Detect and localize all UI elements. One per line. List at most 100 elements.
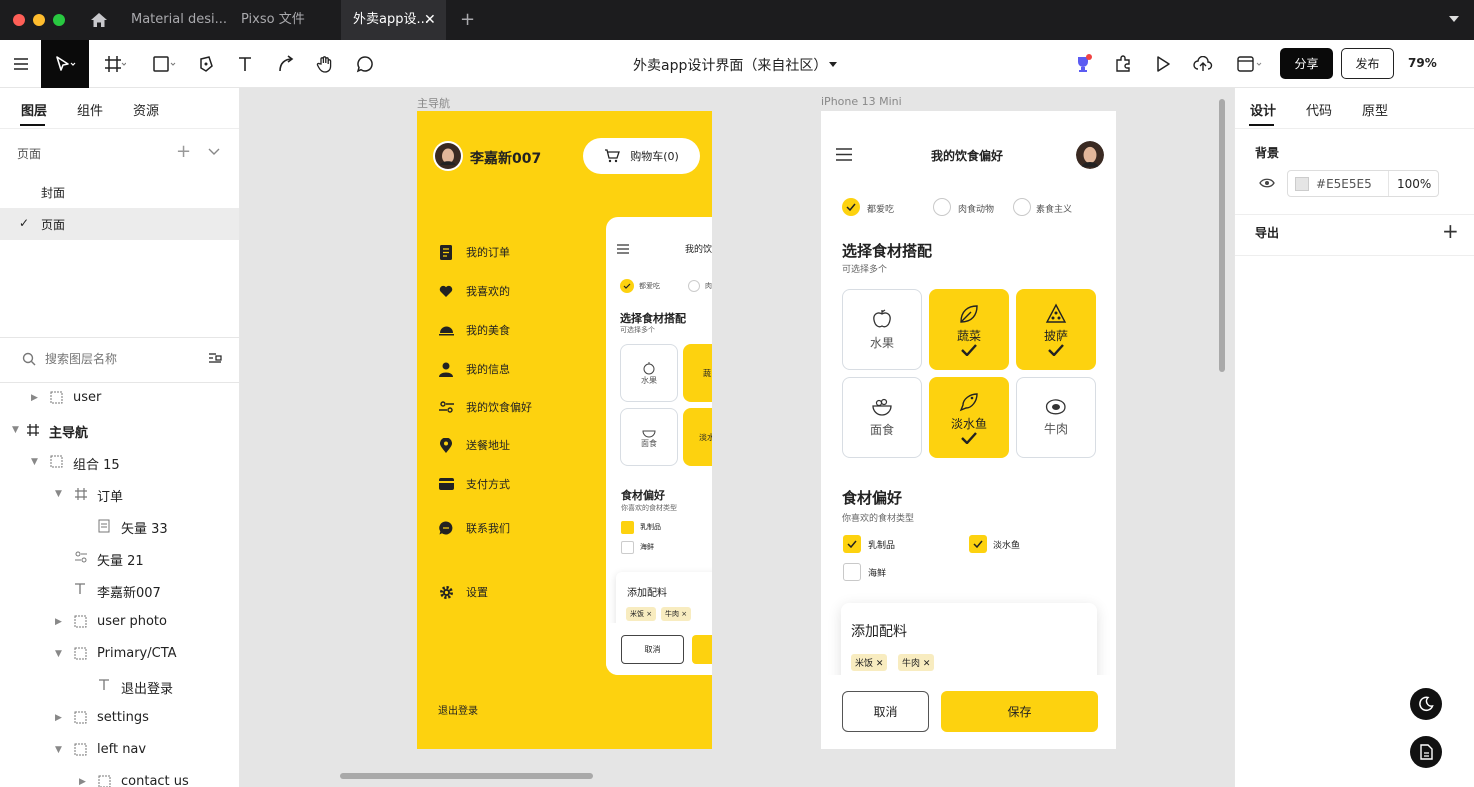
tag-remove-icon[interactable]: ✕ xyxy=(876,659,884,669)
layer-row-main-nav[interactable]: ▼ 主导航 xyxy=(0,414,239,446)
checkbox-dairy[interactable] xyxy=(843,535,861,553)
publish-button[interactable]: 发布 xyxy=(1341,48,1394,79)
minimize-window-button[interactable] xyxy=(33,14,45,26)
zoom-level[interactable]: 79% xyxy=(1408,56,1437,70)
opacity-value[interactable]: 100% xyxy=(1397,177,1431,191)
radio-all-checked[interactable] xyxy=(842,198,860,216)
expand-triangle-icon[interactable]: ▶ xyxy=(55,713,62,723)
hamburger-menu-icon[interactable] xyxy=(836,148,852,161)
layer-row-left-nav[interactable]: ▼ left nav xyxy=(0,734,239,766)
collapse-pages-chevron-icon[interactable] xyxy=(208,148,220,156)
card-fruit[interactable]: 水果 xyxy=(842,289,922,370)
add-page-plus-icon[interactable]: + xyxy=(176,141,191,162)
document-notes-icon[interactable] xyxy=(1410,736,1442,768)
title-dropdown-icon[interactable] xyxy=(829,62,837,68)
play-prototype-icon[interactable] xyxy=(1150,40,1176,88)
frame-tool-icon[interactable] xyxy=(96,40,134,88)
comment-tool-icon[interactable] xyxy=(351,40,379,88)
card-noodles[interactable]: 面食 xyxy=(842,377,922,458)
plugins-icon[interactable] xyxy=(1110,40,1136,88)
collapse-triangle-icon[interactable]: ▼ xyxy=(55,489,62,499)
tab-close-icon[interactable]: ✕ xyxy=(424,12,436,28)
frame-label-main-nav[interactable]: 主导航 xyxy=(417,95,450,111)
card-freshwater-fish[interactable]: 淡水鱼 xyxy=(929,377,1009,458)
eye-visibility-icon[interactable] xyxy=(1259,178,1275,188)
document-title[interactable]: 外卖app设计界面（来自社区） xyxy=(633,55,827,75)
tab-pixso[interactable]: Pixso 文件 xyxy=(229,0,339,40)
tag-rice[interactable]: 米饭 ✕ xyxy=(851,654,888,671)
radio-vegetarian[interactable] xyxy=(1013,198,1031,216)
text-tool-icon[interactable] xyxy=(231,40,259,88)
hex-value[interactable]: #E5E5E5 xyxy=(1316,177,1372,191)
layer-row-group15[interactable]: ▼ 组合 15 xyxy=(0,446,239,478)
tab-material[interactable]: Material desi... xyxy=(119,0,227,40)
layer-row-primary-cta[interactable]: ▼ Primary/CTA xyxy=(0,638,239,670)
nav-item-orders[interactable]: 我的订单 xyxy=(438,241,510,263)
expand-triangle-icon[interactable]: ▶ xyxy=(79,777,86,787)
nav-item-settings[interactable]: 设置 xyxy=(438,581,488,603)
nav-item-profile[interactable]: 我的信息 xyxy=(438,358,510,380)
nav-item-food[interactable]: 我的美食 xyxy=(438,319,510,341)
share-button[interactable]: 分享 xyxy=(1280,48,1333,79)
nav-item-address[interactable]: 送餐地址 xyxy=(438,434,510,456)
checkbox-freshwater-fish[interactable] xyxy=(969,535,987,553)
phone-avatar[interactable] xyxy=(1076,141,1104,169)
nav-item-contact[interactable]: 联系我们 xyxy=(438,517,510,539)
expand-triangle-icon[interactable]: ▶ xyxy=(55,617,62,627)
expand-triangle-icon[interactable]: ▶ xyxy=(31,393,38,403)
page-item-cover[interactable]: 封面 xyxy=(0,176,239,208)
layer-row-user[interactable]: ▶ user xyxy=(0,382,239,414)
tab-prototype[interactable]: 原型 xyxy=(1362,100,1388,119)
nav-item-payment[interactable]: 支付方式 xyxy=(438,473,510,495)
close-window-button[interactable] xyxy=(13,14,25,26)
iphone-frame[interactable]: 我的饮食偏好 都爱吃 肉食动物 素食主义 选择食材搭配 可选择多个 水果 蔬菜 … xyxy=(821,111,1116,749)
filter-icon[interactable] xyxy=(208,352,222,364)
tab-design[interactable]: 设计 xyxy=(1250,100,1276,119)
connector-tool-icon[interactable] xyxy=(272,40,300,88)
layer-row-settings[interactable]: ▶ settings xyxy=(0,702,239,734)
home-icon[interactable] xyxy=(90,11,108,29)
layer-row-vector33[interactable]: 矢量 33 xyxy=(0,510,239,542)
layer-row-username[interactable]: 李嘉新007 xyxy=(0,574,239,606)
save-button[interactable]: 保存 xyxy=(941,691,1098,732)
page-item-page[interactable]: ✓ 页面 xyxy=(0,208,239,240)
add-export-plus-icon[interactable]: + xyxy=(1442,219,1459,243)
card-pizza[interactable]: 披萨 xyxy=(1016,289,1096,370)
user-avatar[interactable] xyxy=(433,141,463,171)
horizontal-scrollbar[interactable] xyxy=(340,773,593,779)
nav-item-favorites[interactable]: 我喜欢的 xyxy=(438,280,510,302)
tab-assets[interactable]: 资源 xyxy=(133,100,159,119)
cancel-button[interactable]: 取消 xyxy=(842,691,929,732)
upload-cloud-icon[interactable] xyxy=(1190,40,1216,88)
layout-icon[interactable] xyxy=(1232,40,1268,88)
zoom-window-button[interactable] xyxy=(53,14,65,26)
checkbox-seafood[interactable] xyxy=(843,563,861,581)
move-tool-button[interactable] xyxy=(41,40,89,88)
nav-item-diet-prefs[interactable]: 我的饮食偏好 xyxy=(438,396,532,418)
hand-tool-icon[interactable] xyxy=(311,40,339,88)
layer-row-vector21[interactable]: 矢量 21 xyxy=(0,542,239,574)
layer-row-orders[interactable]: ▼ 订单 xyxy=(0,478,239,510)
background-color-field[interactable]: #E5E5E5 100% xyxy=(1287,170,1439,197)
chevron-down-icon[interactable] xyxy=(1448,14,1460,24)
tab-code[interactable]: 代码 xyxy=(1306,100,1332,119)
tag-beef[interactable]: 牛肉 ✕ xyxy=(898,654,935,671)
collapse-triangle-icon[interactable]: ▼ xyxy=(31,457,38,467)
radio-carnivore[interactable] xyxy=(933,198,951,216)
tag-remove-icon[interactable]: ✕ xyxy=(923,659,931,669)
card-vegetable[interactable]: 蔬菜 xyxy=(929,289,1009,370)
shape-tool-icon[interactable] xyxy=(145,40,183,88)
pen-tool-icon[interactable] xyxy=(192,40,220,88)
color-swatch[interactable] xyxy=(1295,177,1309,191)
card-beef[interactable]: 牛肉 xyxy=(1016,377,1096,458)
layer-row-contact-us[interactable]: ▶ contact us xyxy=(0,766,239,787)
mini-preview-card[interactable]: 我的饮 都爱吃 肉 选择食材搭配 可选择多个 水果 蔬 面食 淡水 食材偏好 你… xyxy=(606,217,712,675)
collapse-triangle-icon[interactable]: ▼ xyxy=(12,425,19,435)
tab-layers[interactable]: 图层 xyxy=(21,100,47,119)
layer-row-user-photo[interactable]: ▶ user photo xyxy=(0,606,239,638)
frame-label-iphone[interactable]: iPhone 13 Mini xyxy=(821,95,902,108)
vertical-scrollbar[interactable] xyxy=(1219,99,1225,372)
new-tab-plus-icon[interactable]: + xyxy=(460,9,475,30)
collapse-triangle-icon[interactable]: ▼ xyxy=(55,649,62,659)
layer-row-logout[interactable]: 退出登录 xyxy=(0,670,239,702)
